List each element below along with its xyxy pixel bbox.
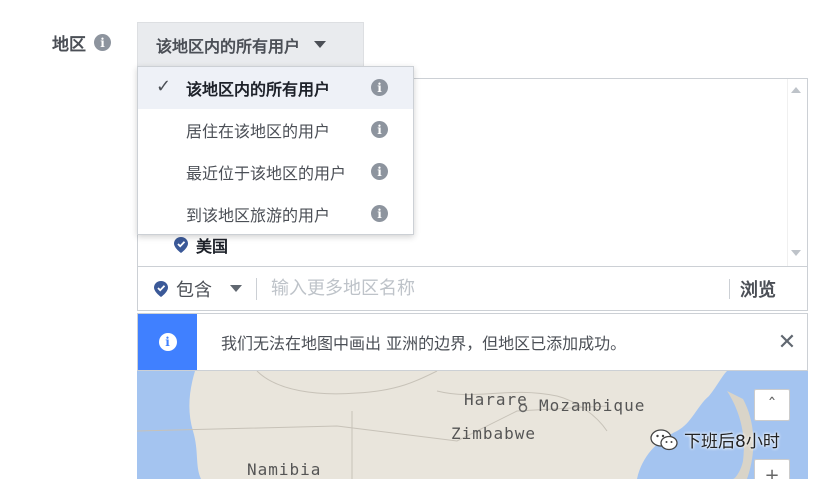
plus-icon: + (764, 464, 780, 479)
watermark-text: 下班后8小时 (684, 432, 780, 452)
scroll-up-arrow-icon[interactable] (791, 87, 801, 93)
info-icon: i (158, 333, 177, 351)
location-pin-icon (174, 237, 188, 253)
map-label-harare: Harare (464, 390, 528, 409)
dropdown-item-all-users[interactable]: ✓ 该地区内的所有用户 i (138, 67, 413, 109)
dropdown-item-travelers[interactable]: 到该地区旅游的用户 i (138, 193, 413, 235)
info-icon[interactable]: i (94, 34, 111, 51)
info-icon[interactable]: i (371, 79, 388, 96)
notice-text: 我们无法在地图中画出 亚洲的边界，但地区已添加成功。 (221, 334, 627, 353)
divider (256, 277, 257, 300)
caret-down-icon (314, 41, 327, 48)
notice-banner: i 我们无法在地图中画出 亚洲的边界，但地区已添加成功。 ✕ (137, 313, 808, 371)
location-item-label: 美国 (196, 237, 229, 256)
location-input-row: 包含 浏览 (137, 267, 808, 311)
scroll-down-arrow-icon[interactable] (791, 250, 801, 256)
region-label-text: 地区 (52, 35, 86, 55)
include-dropdown[interactable]: 包含 (138, 276, 242, 302)
chevron-up-icon: ˆ (767, 394, 777, 416)
zoom-in-button[interactable]: + (754, 459, 790, 479)
wechat-icon (650, 428, 678, 450)
map-view[interactable]: Harare Mozambique Zimbabwe Namibia ˆ + (137, 371, 808, 479)
info-icon[interactable]: i (371, 205, 388, 222)
location-search-input[interactable] (271, 278, 721, 299)
dropdown-item-label: 到该地区旅游的用户 (186, 206, 331, 225)
include-label: 包含 (176, 279, 212, 301)
location-item[interactable]: 美国 (174, 233, 228, 257)
audience-selector-button[interactable]: 该地区内的所有用户 (137, 22, 364, 66)
checkmark-icon: ✓ (156, 76, 172, 97)
dropdown-item-residents[interactable]: 居住在该地区的用户 i (138, 109, 413, 151)
caret-down-icon (230, 285, 242, 292)
dropdown-item-recently-there[interactable]: 最近位于该地区的用户 i (138, 151, 413, 193)
close-icon[interactable]: ✕ (767, 330, 807, 355)
info-icon[interactable]: i (371, 121, 388, 138)
map-label-zimbabwe: Zimbabwe (451, 424, 537, 443)
region-label: 地区 i (52, 30, 111, 55)
browse-button[interactable]: 浏览 (740, 276, 776, 302)
audience-selector-value: 该地区内的所有用户 (156, 36, 301, 56)
scrollbar[interactable] (787, 79, 807, 266)
info-icon[interactable]: i (371, 163, 388, 180)
divider (729, 278, 730, 299)
dropdown-item-label: 该地区内的所有用户 (186, 80, 331, 99)
watermark: 下班后8小时 (650, 427, 780, 452)
dropdown-item-label: 居住在该地区的用户 (186, 122, 331, 141)
zoom-out-button[interactable]: ˆ (754, 389, 790, 421)
dropdown-item-label: 最近位于该地区的用户 (186, 164, 347, 183)
map-label-namibia: Namibia (247, 460, 322, 479)
location-pin-icon (154, 280, 168, 297)
map-label-mozambique: Mozambique (539, 396, 646, 415)
notice-icon-area: i (138, 314, 197, 370)
audience-dropdown-menu: ✓ 该地区内的所有用户 i 居住在该地区的用户 i 最近位于该地区的用户 i 到… (137, 66, 414, 235)
